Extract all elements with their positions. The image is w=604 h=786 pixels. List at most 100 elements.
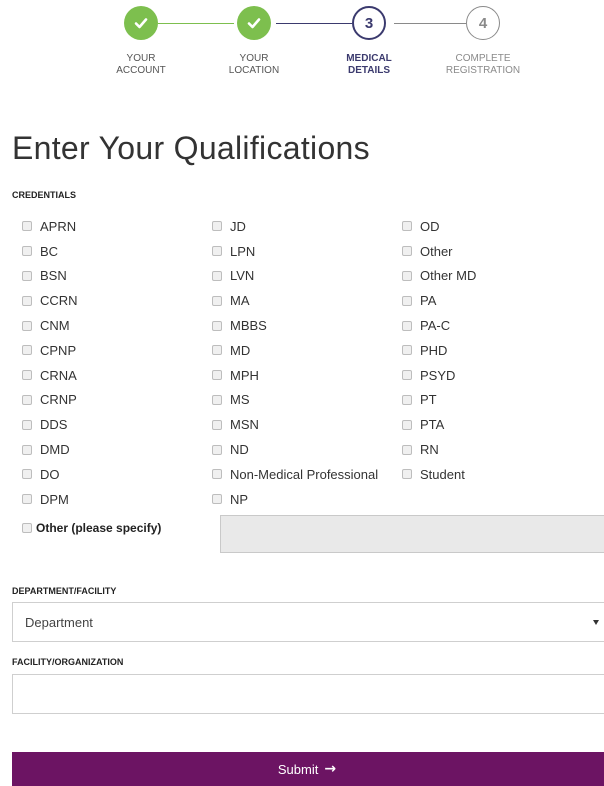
credential-option[interactable]: OD [402, 214, 476, 239]
credential-option[interactable]: CRNP [22, 388, 78, 413]
submit-button[interactable]: Submit → [12, 752, 604, 786]
credential-option[interactable]: MPH [212, 363, 378, 388]
credential-option[interactable]: PA-C [402, 313, 476, 338]
department-label: DEPARTMENT/FACILITY [12, 586, 117, 596]
credential-checkbox[interactable] [22, 444, 32, 455]
credential-option[interactable]: DPM [22, 487, 78, 512]
credential-option[interactable]: PSYD [402, 363, 476, 388]
credential-checkbox[interactable] [212, 494, 222, 505]
credential-label: Other MD [420, 268, 477, 284]
credential-label: Non-Medical Professional [230, 466, 379, 482]
credential-checkbox[interactable] [402, 469, 412, 480]
credential-checkbox[interactable] [402, 444, 412, 455]
credential-label: CPNP [40, 342, 77, 358]
credential-checkbox[interactable] [22, 469, 32, 480]
other-specify-checkbox-row[interactable]: Other (please specify) [22, 521, 161, 535]
credential-label: NP [230, 491, 249, 507]
credential-checkbox[interactable] [402, 345, 412, 356]
credential-option[interactable]: Student [402, 462, 476, 487]
credential-option[interactable]: MD [212, 338, 378, 363]
credential-option[interactable]: JD [212, 214, 378, 239]
credential-checkbox[interactable] [402, 419, 412, 430]
credential-option[interactable]: CPNP [22, 338, 78, 363]
credential-checkbox[interactable] [402, 320, 412, 331]
credential-option[interactable]: CRNA [22, 363, 78, 388]
credential-checkbox[interactable] [212, 370, 222, 381]
credential-option[interactable]: PT [402, 388, 476, 413]
credential-label: DO [40, 466, 60, 482]
credential-option[interactable]: DDS [22, 412, 78, 437]
credential-option[interactable]: RN [402, 437, 476, 462]
credential-checkbox[interactable] [22, 419, 32, 430]
credential-option[interactable]: Non-Medical Professional [212, 462, 378, 487]
step-connector [276, 23, 352, 24]
credential-label: MA [230, 293, 250, 309]
credential-label: LVN [230, 268, 255, 284]
credential-option[interactable]: BC [22, 239, 78, 264]
credential-label: MBBS [230, 318, 267, 334]
credential-option[interactable]: CCRN [22, 288, 78, 313]
credential-checkbox[interactable] [22, 320, 32, 331]
credential-option[interactable]: DO [22, 462, 78, 487]
credential-option[interactable]: DMD [22, 437, 78, 462]
credential-checkbox[interactable] [22, 345, 32, 356]
credential-option[interactable]: APRN [22, 214, 78, 239]
step-2-circle [237, 6, 271, 40]
credential-option[interactable]: BSN [22, 264, 78, 289]
facility-label: FACILITY/ORGANIZATION [12, 657, 124, 667]
credential-label: CRNA [40, 367, 77, 383]
registration-stepper: YOUR ACCOUNT YOUR LOCATION 3 MEDICAL DETAIL… [0, 0, 604, 90]
credential-label: CNM [40, 318, 70, 334]
step-4-circle: 4 [466, 6, 500, 40]
credential-label: DDS [40, 417, 68, 433]
facility-input[interactable] [12, 674, 604, 714]
credential-checkbox[interactable] [212, 246, 222, 257]
credential-option[interactable]: Other MD [402, 264, 476, 289]
credential-checkbox[interactable] [212, 419, 222, 430]
credential-option[interactable]: MA [212, 288, 378, 313]
department-select[interactable]: Department [12, 602, 604, 642]
credential-checkbox[interactable] [212, 345, 222, 356]
credential-checkbox[interactable] [22, 246, 32, 257]
credentials-column-2: JD LPN LVN MA MBBS MD MPH MS MSN ND Non-Medical Pr… [212, 214, 378, 512]
credential-label: DPM [40, 491, 69, 507]
credential-option[interactable]: PTA [402, 412, 476, 437]
credential-checkbox[interactable] [212, 221, 222, 232]
credential-option[interactable]: Other [402, 239, 476, 264]
other-specify-label: Other (please specify) [36, 521, 162, 535]
check-icon [134, 18, 148, 29]
credential-checkbox[interactable] [22, 394, 32, 405]
other-specify-checkbox[interactable] [22, 523, 32, 533]
credential-checkbox[interactable] [402, 221, 412, 232]
credential-checkbox[interactable] [22, 494, 32, 505]
credential-checkbox[interactable] [22, 221, 32, 232]
credential-option[interactable]: LPN [212, 239, 378, 264]
credential-label: MD [230, 342, 251, 358]
credential-label: LPN [230, 243, 256, 259]
credential-checkbox[interactable] [22, 270, 32, 281]
credential-option[interactable]: CNM [22, 313, 78, 338]
credential-checkbox[interactable] [212, 469, 222, 480]
credential-option[interactable]: MSN [212, 412, 378, 437]
credential-checkbox[interactable] [212, 320, 222, 331]
credential-checkbox[interactable] [402, 394, 412, 405]
credential-option[interactable]: PHD [402, 338, 476, 363]
credential-option[interactable]: LVN [212, 264, 378, 289]
credential-checkbox[interactable] [22, 370, 32, 381]
credential-checkbox[interactable] [212, 444, 222, 455]
credential-option[interactable]: MS [212, 388, 378, 413]
credential-checkbox[interactable] [22, 295, 32, 306]
credential-checkbox[interactable] [402, 246, 412, 257]
credential-checkbox[interactable] [212, 394, 222, 405]
credential-label: MPH [230, 367, 259, 383]
credential-checkbox[interactable] [402, 370, 412, 381]
credential-option[interactable]: NP [212, 487, 378, 512]
credential-checkbox[interactable] [402, 295, 412, 306]
credential-checkbox[interactable] [402, 270, 412, 281]
credential-option[interactable]: MBBS [212, 313, 378, 338]
credential-option[interactable]: ND [212, 437, 378, 462]
credential-checkbox[interactable] [212, 295, 222, 306]
other-specify-input[interactable] [220, 515, 604, 553]
credential-option[interactable]: PA [402, 288, 476, 313]
credential-checkbox[interactable] [212, 270, 222, 281]
